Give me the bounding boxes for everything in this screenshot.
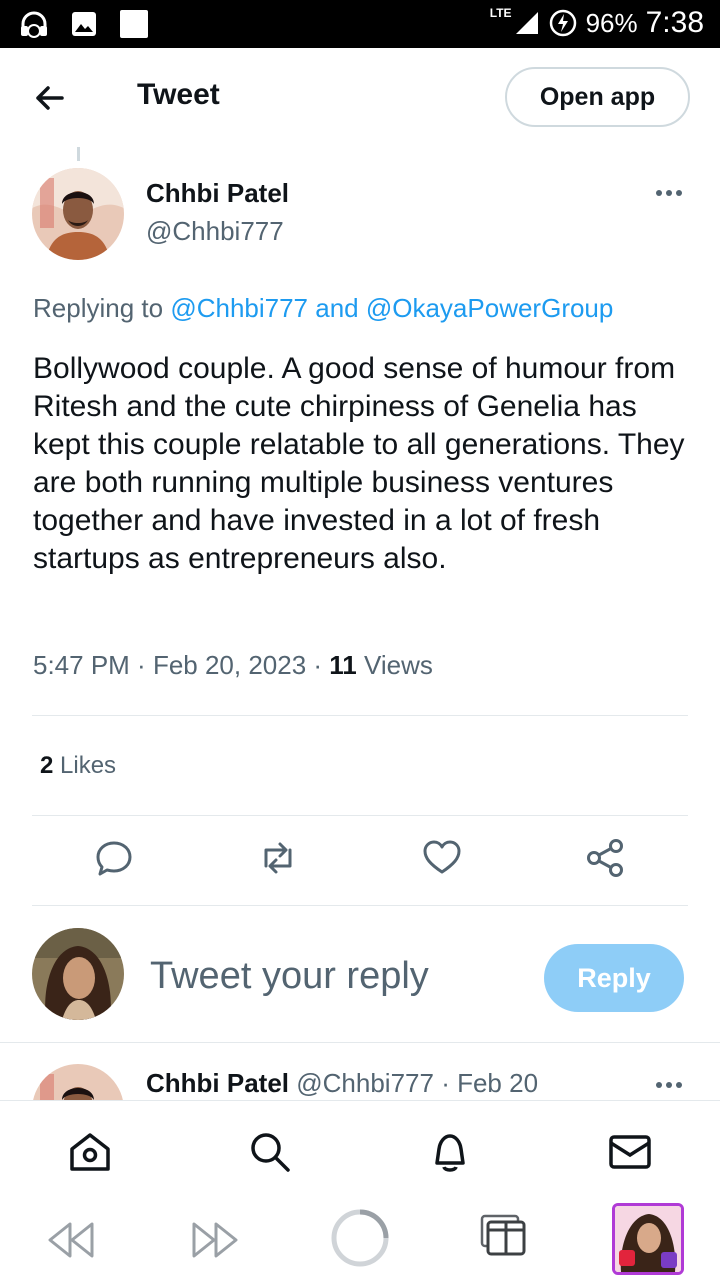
divider <box>32 715 688 716</box>
user-avatar[interactable] <box>32 928 124 1020</box>
back-arrow-icon[interactable] <box>46 1220 98 1265</box>
reply-icon[interactable] <box>92 836 136 880</box>
replying-handle-link[interactable]: @OkayaPowerGroup <box>366 293 614 323</box>
browser-toolbar <box>0 1200 720 1280</box>
battery-saver-icon <box>549 9 576 37</box>
network-type: LTE <box>489 6 512 20</box>
replying-joiner: and <box>308 293 366 323</box>
author-avatar[interactable] <box>32 168 124 260</box>
battery-level: 96% <box>585 7 638 38</box>
image-icon <box>68 8 100 40</box>
reply-input[interactable]: Tweet your reply <box>150 955 429 998</box>
reply-author-line[interactable]: Chhbi Patel @Chhbi777 · Feb 20 <box>146 1068 538 1099</box>
divider <box>32 905 688 906</box>
tweet-header: Tweet Open app <box>0 48 720 146</box>
reply-author-name: Chhbi Patel <box>146 1068 290 1098</box>
likes-count: 2 <box>40 752 54 779</box>
thread-line <box>77 147 80 161</box>
messages-icon[interactable] <box>607 1129 653 1175</box>
reply-button[interactable]: Reply <box>544 944 684 1012</box>
views-label: Views <box>364 650 433 680</box>
share-icon[interactable] <box>584 836 628 880</box>
forward-arrow-icon[interactable] <box>190 1220 242 1265</box>
reply-author-handle: @Chhbi777 <box>296 1068 434 1098</box>
divider <box>0 1042 720 1043</box>
replying-handle-link[interactable]: @Chhbi777 <box>170 293 308 323</box>
more-options-icon[interactable] <box>656 1080 686 1090</box>
tabs-icon[interactable] <box>480 1214 528 1263</box>
author-name[interactable]: Chhbi Patel <box>146 178 289 209</box>
more-options-icon[interactable] <box>656 188 686 198</box>
square-icon <box>118 8 150 40</box>
loading-icon[interactable] <box>330 1208 390 1273</box>
profile-avatar[interactable] <box>612 1203 684 1275</box>
likes-link[interactable]: 2 Likes <box>40 752 116 780</box>
divider <box>32 815 688 816</box>
search-icon[interactable] <box>247 1129 293 1175</box>
tweet-meta: 5:47 PM · Feb 20, 2023 · 11 Views <box>33 650 433 680</box>
views-count: 11 <box>329 650 357 680</box>
back-arrow-icon[interactable] <box>30 78 70 118</box>
headset-icon <box>18 8 50 40</box>
replying-prefix: Replying to <box>33 293 171 323</box>
retweet-icon[interactable] <box>256 836 300 880</box>
reply-separator: · <box>433 1068 458 1098</box>
clock: 7:38 <box>645 6 704 39</box>
status-left-icons <box>18 8 150 40</box>
open-app-button[interactable]: Open app <box>505 67 690 127</box>
home-icon[interactable] <box>67 1129 113 1175</box>
like-icon[interactable] <box>420 836 464 880</box>
status-right: LTE 96% 7:38 <box>490 6 704 40</box>
status-bar: LTE 96% 7:38 <box>0 0 720 48</box>
notifications-icon[interactable] <box>427 1129 473 1175</box>
replying-to: Replying to @Chhbi777 and @OkayaPowerGro… <box>33 293 613 324</box>
reply-date: Feb 20 <box>457 1068 539 1098</box>
author-handle[interactable]: @Chhbi777 <box>146 216 284 247</box>
tweet-time[interactable]: 5:47 PM <box>33 650 130 680</box>
tweet-actions <box>0 836 720 884</box>
bottom-navigation <box>0 1100 720 1200</box>
signal-icon <box>515 12 538 34</box>
tweet-text: Bollywood couple. A good sense of humour… <box>33 352 685 575</box>
likes-label: Likes <box>60 752 117 779</box>
tweet-date[interactable]: Feb 20, 2023 <box>153 650 306 680</box>
page-title: Tweet <box>137 78 220 111</box>
